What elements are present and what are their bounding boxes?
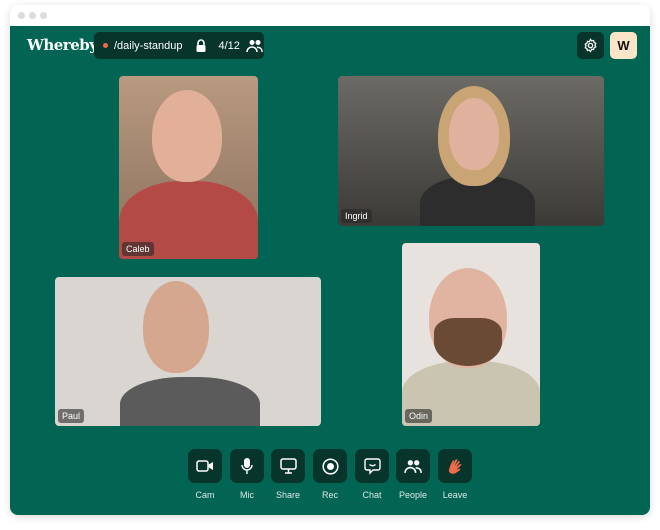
status-dot: [103, 43, 108, 48]
participant-name: Paul: [58, 409, 85, 423]
room-info[interactable]: /daily-standup 4/12: [94, 32, 264, 59]
window-dot[interactable]: [18, 12, 25, 19]
room-name: /daily-standup: [114, 39, 183, 52]
participant-name: Odin: [405, 409, 433, 423]
people-icon: [404, 459, 422, 473]
window-dot[interactable]: [29, 12, 36, 19]
share-button[interactable]: Share: [271, 449, 305, 500]
control-label: Leave: [442, 490, 468, 500]
people-button[interactable]: People: [396, 449, 430, 500]
chat-icon: [363, 457, 381, 475]
video-tile-paul[interactable]: Paul: [55, 277, 321, 426]
cam-button[interactable]: Cam: [188, 449, 222, 500]
microphone-icon: [241, 458, 253, 474]
gear-icon: [584, 38, 597, 53]
chat-button[interactable]: Chat: [355, 449, 389, 500]
people-icon: [246, 39, 263, 52]
window-dot[interactable]: [40, 12, 47, 19]
screen-share-icon: [279, 458, 297, 474]
camera-icon: [196, 460, 213, 472]
participant-count: 4/12: [218, 39, 240, 52]
avatar[interactable]: W: [610, 32, 637, 59]
title-bar: [10, 5, 650, 26]
whereby-logo: Whereby: [27, 36, 98, 54]
participant-name: Caleb: [122, 242, 154, 256]
lock-icon: [196, 39, 205, 52]
settings-button[interactable]: [577, 32, 604, 59]
leave-button[interactable]: Leave: [438, 449, 472, 500]
wave-hand-icon: [448, 458, 461, 474]
browser-window: Whereby /daily-standup 4/12 W Caleb Ingr…: [10, 5, 650, 515]
video-tile-ingrid[interactable]: Ingrid: [338, 76, 604, 226]
record-button[interactable]: Rec: [313, 449, 347, 500]
video-tile-caleb[interactable]: Caleb: [119, 76, 258, 259]
meeting-room: Whereby /daily-standup 4/12 W Caleb Ingr…: [10, 26, 650, 515]
mic-button[interactable]: Mic: [230, 449, 264, 500]
participant-name: Ingrid: [341, 209, 372, 223]
record-icon: [321, 457, 339, 475]
video-tile-odin[interactable]: Odin: [402, 243, 540, 426]
